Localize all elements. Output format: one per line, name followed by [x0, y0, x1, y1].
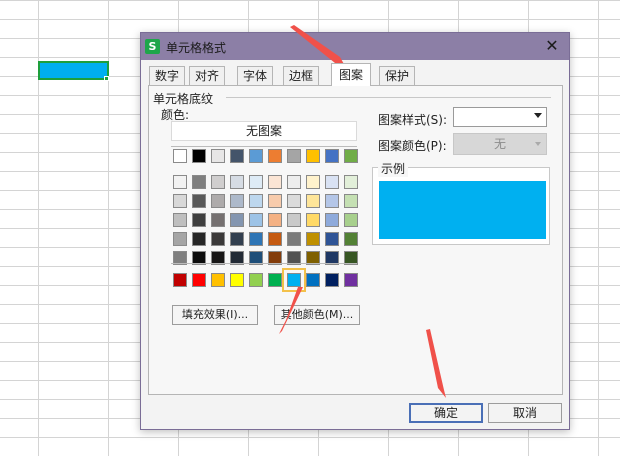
color-swatch[interactable]	[211, 232, 225, 246]
dialog-title: 单元格格式	[166, 41, 227, 55]
close-icon[interactable]: ✕	[543, 36, 561, 56]
selected-cell[interactable]	[38, 61, 109, 80]
color-swatch[interactable]	[325, 175, 339, 189]
tab-protection[interactable]: 保护	[379, 66, 415, 86]
color-swatch[interactable]	[249, 273, 263, 287]
color-swatch[interactable]	[192, 213, 206, 227]
color-swatch[interactable]	[230, 213, 244, 227]
color-swatch[interactable]	[344, 232, 358, 246]
more-colors-button[interactable]: 其他颜色(M)...	[274, 305, 360, 325]
color-swatch[interactable]	[211, 213, 225, 227]
color-swatch[interactable]	[287, 213, 301, 227]
color-swatch[interactable]	[325, 149, 339, 163]
fill-effects-button[interactable]: 填充效果(I)...	[172, 305, 258, 325]
color-swatch[interactable]	[230, 232, 244, 246]
color-swatch[interactable]	[192, 149, 206, 163]
color-swatch[interactable]	[306, 273, 320, 287]
ok-button[interactable]: 确定	[409, 403, 483, 423]
color-swatch[interactable]	[268, 213, 282, 227]
color-swatch[interactable]	[268, 175, 282, 189]
color-swatch[interactable]	[287, 149, 301, 163]
color-swatch[interactable]	[306, 194, 320, 208]
color-swatch[interactable]	[344, 175, 358, 189]
chevron-down-icon	[534, 113, 542, 118]
color-swatch[interactable]	[192, 273, 206, 287]
color-swatch[interactable]	[268, 273, 282, 287]
color-swatch[interactable]	[325, 273, 339, 287]
color-swatch[interactable]	[287, 194, 301, 208]
color-swatch[interactable]	[344, 273, 358, 287]
wps-logo-icon: S	[145, 39, 160, 54]
format-cells-dialog: S 单元格格式 ✕ 数字 对齐 字体 边框 图案 保护 单元格底纹 颜色: 无图…	[140, 32, 570, 430]
dialog-titlebar[interactable]: S 单元格格式 ✕	[141, 33, 569, 60]
color-swatch[interactable]	[230, 194, 244, 208]
pattern-color-label: 图案颜色(P):	[378, 139, 447, 153]
color-swatch[interactable]	[173, 213, 187, 227]
color-swatch[interactable]	[268, 194, 282, 208]
color-swatch[interactable]	[306, 149, 320, 163]
color-swatch[interactable]	[211, 149, 225, 163]
color-swatch[interactable]	[325, 213, 339, 227]
color-swatch[interactable]	[344, 194, 358, 208]
color-swatch[interactable]	[230, 175, 244, 189]
color-swatch[interactable]	[287, 232, 301, 246]
tab-pattern[interactable]: 图案	[331, 63, 371, 86]
sample-preview	[379, 181, 546, 239]
pattern-style-select[interactable]	[453, 107, 547, 127]
pattern-color-value: 无	[493, 137, 506, 151]
tab-number[interactable]: 数字	[149, 66, 185, 86]
color-swatch[interactable]	[192, 175, 206, 189]
color-swatch[interactable]	[306, 175, 320, 189]
color-swatch[interactable]	[249, 194, 263, 208]
color-swatch[interactable]	[325, 194, 339, 208]
color-swatch[interactable]	[173, 194, 187, 208]
color-swatch[interactable]	[287, 175, 301, 189]
tab-alignment[interactable]: 对齐	[189, 66, 225, 86]
chevron-down-icon	[535, 142, 541, 146]
cell-shading-group-label: 单元格底纹	[153, 90, 218, 107]
color-swatch[interactable]	[230, 273, 244, 287]
color-swatch[interactable]	[268, 232, 282, 246]
color-swatch[interactable]	[249, 149, 263, 163]
color-swatch[interactable]	[268, 149, 282, 163]
color-swatch[interactable]	[344, 149, 358, 163]
sample-label: 示例	[378, 160, 409, 177]
tab-font[interactable]: 字体	[237, 66, 273, 86]
color-swatch[interactable]	[192, 194, 206, 208]
color-swatch[interactable]	[306, 213, 320, 227]
color-swatch[interactable]	[211, 194, 225, 208]
color-swatch[interactable]	[211, 175, 225, 189]
pattern-color-select[interactable]: 无	[453, 133, 547, 155]
group-divider	[226, 97, 551, 98]
color-swatch[interactable]	[344, 213, 358, 227]
color-swatch[interactable]	[249, 175, 263, 189]
cancel-button[interactable]: 取消	[488, 403, 562, 423]
fill-handle[interactable]	[104, 76, 109, 81]
color-swatch[interactable]	[211, 273, 225, 287]
color-swatch[interactable]	[282, 268, 306, 292]
color-swatch[interactable]	[192, 232, 206, 246]
color-swatch[interactable]	[173, 149, 187, 163]
color-swatch[interactable]	[306, 232, 320, 246]
color-swatch[interactable]	[173, 273, 187, 287]
palette-divider	[171, 146, 357, 147]
color-swatch[interactable]	[173, 232, 187, 246]
tab-border[interactable]: 边框	[283, 66, 319, 86]
color-swatch[interactable]	[230, 149, 244, 163]
color-swatch[interactable]	[249, 232, 263, 246]
pattern-style-label: 图案样式(S):	[378, 113, 448, 127]
color-swatch[interactable]	[173, 175, 187, 189]
no-pattern-button[interactable]: 无图案	[171, 121, 357, 141]
color-swatch[interactable]	[325, 232, 339, 246]
palette-divider	[171, 263, 357, 264]
color-swatch[interactable]	[249, 213, 263, 227]
